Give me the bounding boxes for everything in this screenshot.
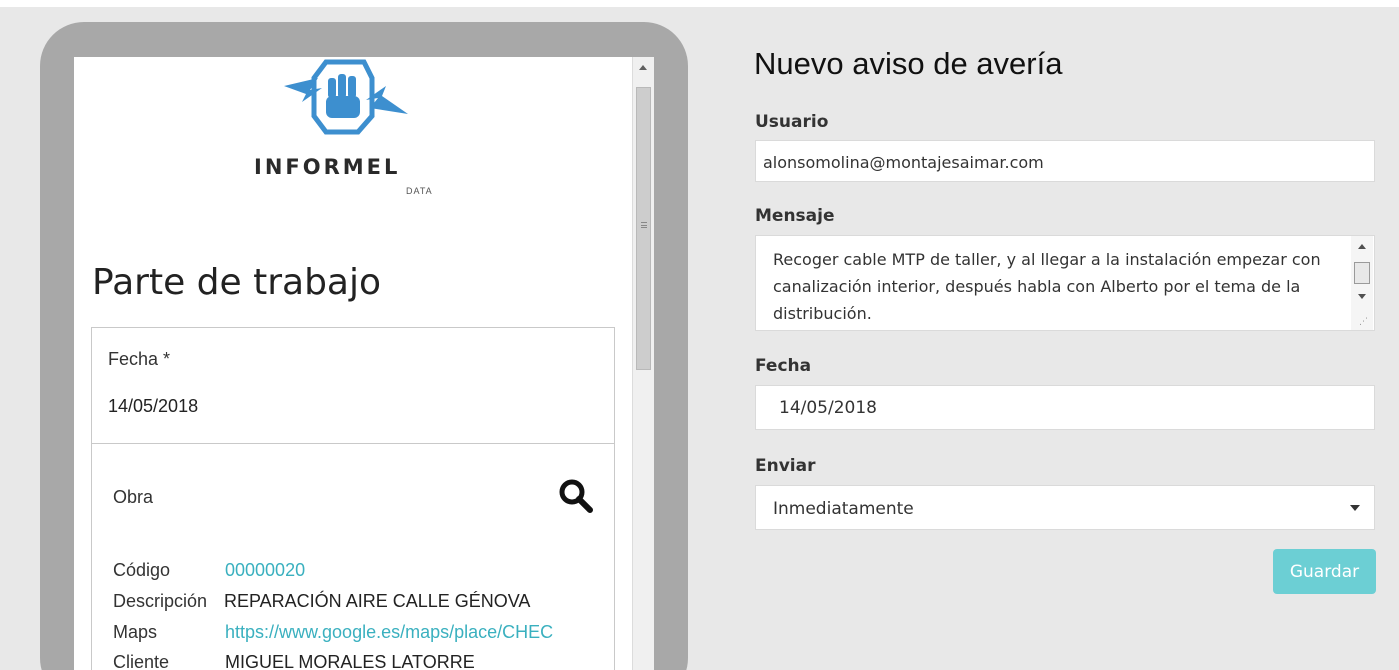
usuario-field[interactable]: alonsomolina@montajesaimar.com: [755, 140, 1375, 182]
brand-subtitle: DATA: [406, 186, 433, 196]
maps-link[interactable]: https://www.google.es/maps/place/CHEC: [225, 622, 615, 643]
usuario-label: Usuario: [755, 112, 829, 132]
obra-label: Obra: [113, 487, 154, 507]
mensaje-label: Mensaje: [755, 206, 835, 226]
fist-lightning-logo-icon: [284, 59, 408, 135]
search-icon[interactable]: [558, 478, 594, 514]
fecha-field[interactable]: 14/05/2018: [755, 385, 1375, 430]
phone-scrollbar[interactable]: [632, 57, 654, 670]
enviar-label: Enviar: [755, 456, 816, 476]
resize-handle-icon[interactable]: ⋰: [1359, 316, 1368, 327]
fecha-value[interactable]: 14/05/2018: [108, 396, 198, 417]
scroll-down-arrow-icon[interactable]: [1358, 294, 1366, 299]
scroll-thumb[interactable]: [636, 87, 651, 370]
cliente-label: Cliente: [113, 652, 170, 670]
fecha-form-label: Fecha: [755, 356, 812, 376]
form-title: Nuevo aviso de avería: [754, 46, 1063, 81]
chevron-down-icon[interactable]: [1350, 505, 1360, 511]
brand-name: INFORMEL: [254, 155, 401, 179]
maps-label: Maps: [113, 622, 158, 642]
guardar-button[interactable]: Guardar: [1273, 549, 1376, 594]
scroll-up-arrow-icon[interactable]: [639, 65, 647, 70]
fecha-label: Fecha *: [108, 349, 171, 369]
codigo-link[interactable]: 00000020: [225, 560, 305, 581]
descripcion-label: Descripción: [113, 591, 208, 611]
descripcion-value: REPARACIÓN AIRE CALLE GÉNOVA: [224, 591, 531, 611]
codigo-label: Código: [113, 560, 171, 580]
page-title: Parte de trabajo: [92, 262, 382, 303]
scroll-up-arrow-icon[interactable]: [1358, 244, 1366, 249]
cliente-value: MIGUEL MORALES LATORRE: [225, 652, 475, 670]
fecha-card: [91, 327, 615, 444]
scroll-grip-icon: [641, 222, 647, 228]
mensaje-textarea[interactable]: Recoger cable MTP de taller, y al llegar…: [755, 235, 1375, 331]
scroll-thumb[interactable]: [1354, 262, 1370, 284]
enviar-select[interactable]: Inmediatamente: [755, 485, 1375, 530]
